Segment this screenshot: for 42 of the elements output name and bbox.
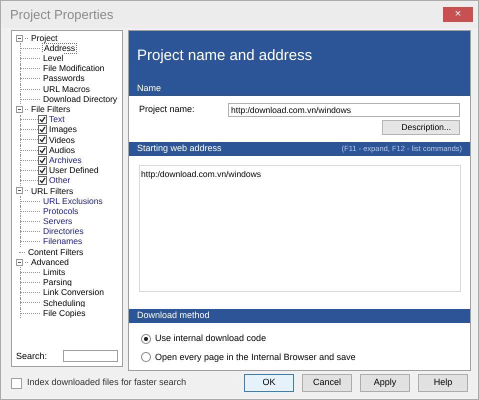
- radio-label: Open every page in the Internal Browser and save: [155, 350, 356, 364]
- tree-item[interactable]: Project: [30, 32, 58, 44]
- collapse-icon[interactable]: [16, 106, 23, 113]
- collapse-icon[interactable]: [16, 34, 23, 42]
- checkbox[interactable]: [11, 378, 22, 388]
- tree-item[interactable]: URL Exclusions: [42, 194, 104, 208]
- tree-item[interactable]: File Copies: [42, 306, 87, 320]
- section-title: Name: [137, 82, 162, 96]
- field-label: Project name:: [139, 103, 195, 116]
- dialog-button[interactable]: Cancel: [302, 374, 352, 392]
- collapse-icon[interactable]: [16, 187, 23, 194]
- address-field[interactable]: http:/download.com.vn/windows: [139, 165, 461, 292]
- panel-title: Project name and address: [137, 46, 312, 66]
- search-field[interactable]: [63, 350, 118, 362]
- close-button[interactable]: ×: [443, 7, 473, 22]
- checkbox[interactable]: [38, 166, 47, 176]
- radio-button[interactable]: [141, 334, 151, 344]
- tree-item[interactable]: File Filters: [30, 103, 72, 116]
- dialog-button[interactable]: OK: [244, 374, 294, 392]
- checkbox[interactable]: [38, 146, 47, 155]
- window-title: Project Properties: [10, 6, 114, 24]
- collapse-icon[interactable]: [16, 258, 23, 266]
- checkbox[interactable]: [38, 125, 47, 134]
- checkbox[interactable]: [38, 135, 47, 144]
- tree-item[interactable]: Address: [42, 42, 78, 54]
- tree-item[interactable]: Advanced: [30, 256, 70, 269]
- dialog-button[interactable]: Apply: [360, 374, 410, 392]
- project-name-field[interactable]: http:/download.com.vn/windows: [228, 103, 460, 117]
- section-title: Starting web address: [137, 142, 222, 156]
- section-title: Download method: [137, 309, 210, 322]
- checkbox[interactable]: [38, 156, 47, 165]
- dialog-button[interactable]: Help: [418, 374, 468, 392]
- search-label: Search:: [16, 350, 48, 362]
- checkbox[interactable]: [38, 115, 47, 124]
- description-button[interactable]: Description...: [382, 120, 460, 135]
- checkbox[interactable]: [38, 176, 47, 186]
- radio-button[interactable]: [141, 352, 151, 362]
- checkbox-label: Index downloaded files for faster search: [27, 376, 186, 390]
- tree-item[interactable]: URL Filters: [30, 184, 74, 198]
- tree-item[interactable]: Download Directory: [42, 92, 118, 106]
- radio-label: Use internal download code: [155, 332, 266, 345]
- tree-item[interactable]: Content Filters: [27, 246, 84, 258]
